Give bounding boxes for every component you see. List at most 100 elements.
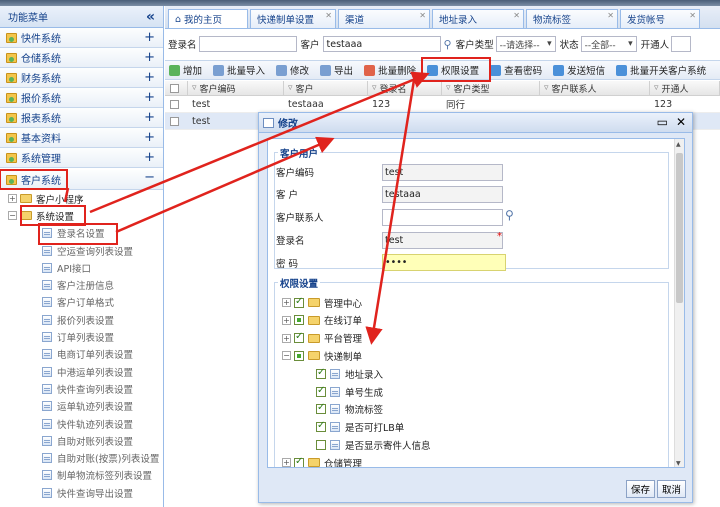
expand-plus-icon[interactable]: + (144, 110, 155, 125)
toolbar-button[interactable]: 查看密码 (486, 61, 546, 79)
toolbar-button[interactable]: 批量开关客户系统 (612, 61, 710, 79)
tab[interactable]: 快递制单设置 ✕ (250, 9, 336, 28)
opener-input[interactable] (671, 36, 692, 52)
sidebar-section[interactable]: 报价系统 + (0, 88, 163, 108)
sidebar-section[interactable]: 系统管理 + (0, 148, 163, 168)
collapse-minus-icon[interactable]: − (144, 170, 155, 185)
checkbox[interactable] (316, 402, 326, 415)
checkbox[interactable] (170, 99, 179, 109)
toolbar-button[interactable]: 增加 (165, 61, 206, 79)
tree-leaf[interactable]: 运单轨迹列表设置 (0, 398, 163, 415)
checkbox[interactable] (316, 439, 326, 450)
tree-leaf[interactable]: 报价列表设置 (0, 311, 163, 328)
column-header[interactable]: ▿ 开通人 (650, 81, 720, 95)
sidebar-section[interactable]: 仓储系统 + (0, 48, 163, 68)
tree-leaf[interactable]: 订单列表设置 (0, 328, 163, 345)
close-tab-icon[interactable]: ✕ (513, 11, 520, 20)
type-select[interactable]: --请选择-- ▾ (495, 36, 556, 52)
checkbox[interactable] (316, 385, 326, 397)
checkbox[interactable] (316, 367, 326, 379)
toolbar-button[interactable]: 批量删除 (360, 61, 420, 79)
tree-leaf[interactable]: 制单物流标签列表设置 (0, 467, 163, 484)
tree-leaf[interactable]: 快件查询导出设置 (0, 484, 163, 501)
customer-field[interactable]: testaaa (382, 186, 503, 203)
permission-node[interactable]: 是否可打LB单 (316, 419, 404, 436)
tree-leaf[interactable]: 电商订单列表设置 (0, 346, 163, 363)
maximize-icon[interactable]: ▭ (657, 115, 668, 129)
close-tab-icon[interactable]: ✕ (689, 11, 696, 20)
expand-plus-icon[interactable]: + (144, 30, 155, 45)
permission-node[interactable]: 物流标签 (316, 401, 383, 418)
expand-icon[interactable]: + (282, 298, 291, 307)
row-select-cell[interactable] (165, 113, 188, 129)
tab[interactable]: ⌂ 我的主页 (168, 9, 248, 28)
tree-leaf[interactable]: 快件轨迹列表设置 (0, 415, 163, 432)
customer-input[interactable]: testaaa (322, 36, 441, 52)
permission-node[interactable]: − 快递制单 (282, 347, 362, 364)
permission-node[interactable]: + 管理中心 (282, 294, 362, 311)
table-row[interactable]: test testaaa 123 同行 123 (165, 96, 720, 113)
checkbox[interactable] (316, 420, 326, 433)
column-header[interactable]: ▿ 客户联系人 (540, 81, 650, 95)
permission-node[interactable]: 地址录入 (316, 365, 383, 382)
sidebar-section[interactable]: 财务系统 + (0, 68, 163, 88)
tree-leaf[interactable]: 快件查询列表设置 (0, 380, 163, 397)
expand-plus-icon[interactable]: + (144, 50, 155, 65)
tree-leaf[interactable]: 空运查询列表设置 (0, 242, 163, 259)
scroll-up-icon[interactable]: ▲ (676, 141, 681, 148)
permission-node[interactable]: + 在线订单 (282, 312, 362, 329)
checkbox[interactable] (294, 350, 304, 361)
collapse-icon[interactable]: − (8, 211, 17, 221)
toolbar-button[interactable]: 修改 (272, 61, 313, 79)
close-tab-icon[interactable]: ✕ (419, 11, 426, 20)
contact-field[interactable] (382, 209, 503, 226)
checkbox[interactable] (294, 456, 304, 467)
permission-node[interactable]: + 平台管理 (282, 330, 362, 347)
scrollbar[interactable]: ▲ ▼ (674, 139, 684, 467)
status-select[interactable]: --全部-- ▾ (580, 36, 637, 52)
permission-node[interactable]: + 仓储管理 (282, 454, 362, 467)
column-header[interactable]: ▿ 登录名 (368, 81, 442, 95)
column-header[interactable]: ▿ 客户编码 (188, 81, 284, 95)
sidebar-section[interactable]: 报表系统 + (0, 108, 163, 128)
expand-icon[interactable]: + (282, 458, 291, 467)
save-button[interactable]: 保存 (626, 480, 656, 498)
search-icon[interactable]: ⚲ (505, 208, 514, 222)
column-header[interactable]: ▿ 客户 (284, 81, 368, 95)
close-tab-icon[interactable]: ✕ (325, 11, 332, 20)
expand-plus-icon[interactable]: + (144, 130, 155, 145)
expand-plus-icon[interactable]: + (144, 90, 155, 105)
close-tab-icon[interactable]: ✕ (607, 11, 614, 20)
close-icon[interactable]: ✕ (676, 115, 686, 129)
tree-leaf[interactable]: 中港运单列表设置 (0, 363, 163, 380)
column-header[interactable]: ▿ 客户类型 (442, 81, 540, 95)
toolbar-button[interactable]: 批量导入 (209, 61, 269, 79)
checkbox[interactable] (170, 83, 179, 93)
scroll-thumb[interactable] (676, 153, 683, 303)
tab[interactable]: 物流标签 ✕ (526, 9, 618, 28)
tree-leaf[interactable]: API接口 (0, 259, 163, 276)
permission-node[interactable]: 是否显示寄件人信息 (316, 436, 431, 453)
sidebar-section[interactable]: 快件系统 + (0, 28, 163, 48)
expand-icon[interactable]: + (282, 315, 291, 325)
login-name-field[interactable]: test (382, 232, 503, 249)
select-all-cell[interactable] (165, 81, 188, 95)
tree-leaf[interactable]: 客户订单格式 (0, 294, 163, 311)
sidebar-section-customer[interactable]: 客户系统 − (0, 169, 163, 190)
toolbar-button[interactable]: 发送短信 (549, 61, 609, 79)
collapse-icon[interactable]: − (282, 351, 291, 361)
toolbar-button[interactable]: 导出 (316, 61, 357, 79)
expand-icon[interactable]: + (282, 333, 291, 343)
scroll-down-icon[interactable]: ▼ (676, 460, 681, 467)
collapse-icon[interactable]: « (146, 9, 155, 25)
tree-node-system-settings[interactable]: − 系统设置 (0, 205, 163, 227)
tree-leaf[interactable]: 客户注册信息 (0, 276, 163, 293)
row-select-cell[interactable] (165, 96, 188, 112)
cancel-button[interactable]: 取消 (657, 480, 687, 498)
checkbox[interactable] (294, 331, 304, 344)
expand-plus-icon[interactable]: + (144, 150, 155, 165)
checkbox[interactable] (294, 315, 304, 326)
code-field[interactable]: test (382, 164, 503, 181)
checkbox[interactable] (294, 296, 304, 308)
permission-node[interactable]: 单号生成 (316, 383, 383, 400)
